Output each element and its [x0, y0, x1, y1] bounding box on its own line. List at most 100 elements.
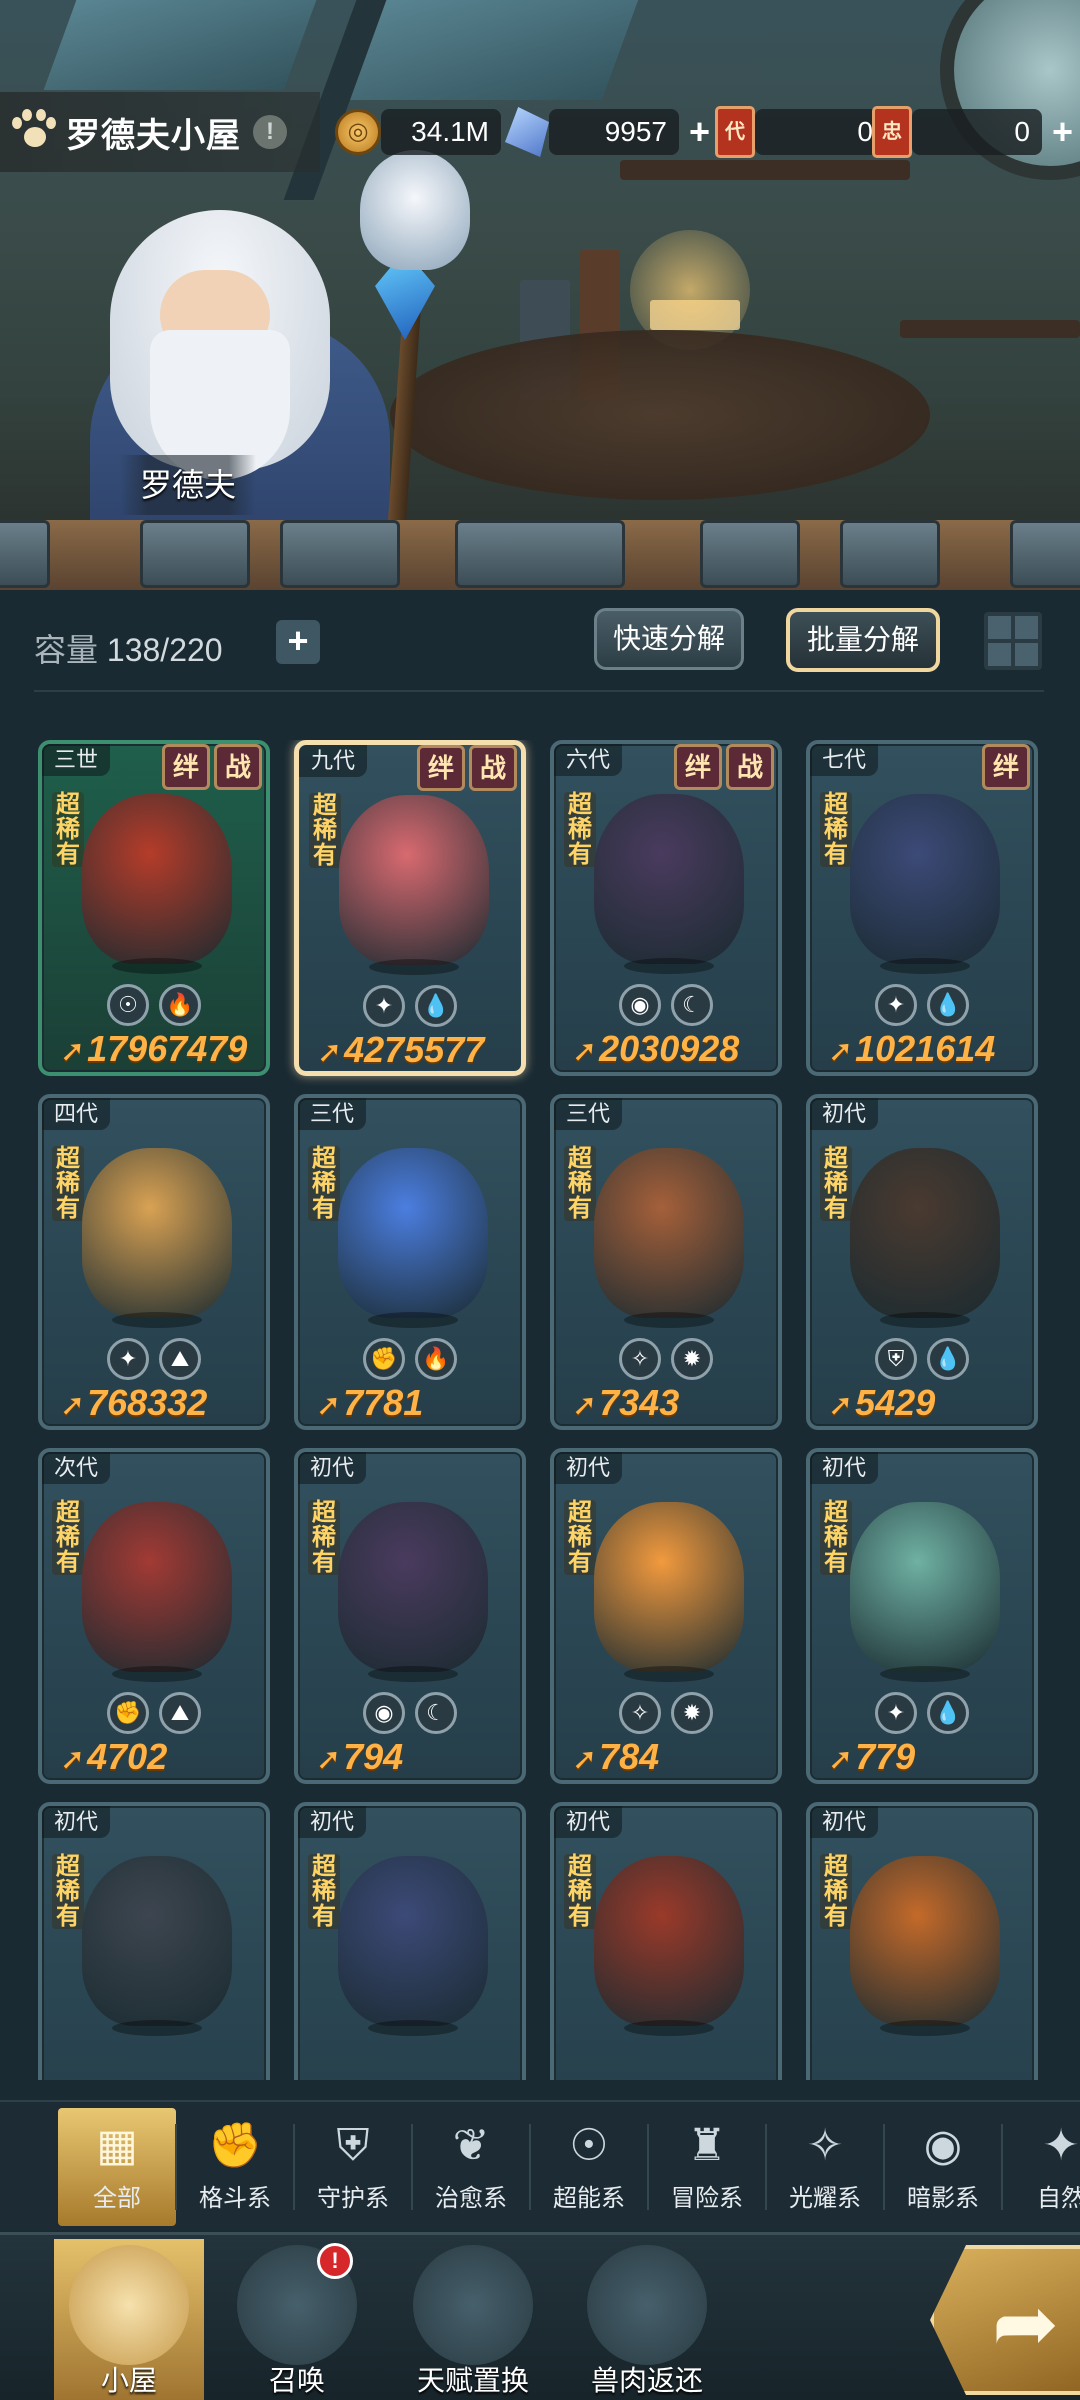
bond-tag: 绊 — [162, 744, 210, 790]
nav-talent-swap[interactable]: 天赋置换 — [398, 2239, 548, 2400]
npc-name-label: 罗德夫 — [120, 455, 257, 515]
crystal-add-button[interactable]: + — [689, 111, 710, 153]
generation-label: 初代 — [810, 1806, 879, 1838]
pet-card[interactable]: 初代 超稀有 — [294, 1802, 526, 2080]
tab-0[interactable]: ▦ 全部 — [58, 2108, 176, 2226]
pet-card[interactable]: 初代超稀有 ⛨ 💧 ➚5429 — [806, 1094, 1038, 1430]
element-icons: ✦ 💧 — [299, 985, 521, 1027]
nav-summon[interactable]: ! 召唤 — [222, 2239, 372, 2400]
element-icon: ✦ — [107, 1338, 149, 1380]
power-icon: ➚ — [828, 1389, 854, 1422]
category-tabs: ▦ 全部 ✊ 格斗系 ⛨ 守护系 ❦ 治愈系 ☉ 超能系 ♜ 冒险系 ✧ 光耀系 ◉ 暗影系 ✦ 自然 — [0, 2100, 1080, 2230]
rarity-label: 超稀有 — [820, 792, 852, 867]
pet-card[interactable]: 四代 超稀有 ✦ ⛰ ➚768332 — [38, 1094, 270, 1430]
creature-portrait — [594, 1856, 744, 2036]
card-tags: 绊 — [982, 744, 1030, 790]
power-value: ➚2030928 — [572, 1028, 739, 1070]
generation-label: 初代 — [810, 1098, 879, 1130]
tab-label: 全部 — [93, 2185, 141, 2212]
element-icon: 💧 — [927, 984, 969, 1026]
category-icon: ✧ — [806, 2121, 844, 2170]
nav-label: 小屋 — [100, 2365, 157, 2396]
tab-3[interactable]: ❦ 治愈系 — [412, 2108, 530, 2226]
pet-card[interactable]: 九代 超稀有绊战 ✦ 💧 ➚4275577 — [294, 740, 526, 1076]
plank-clip — [1010, 520, 1080, 588]
creature-portrait — [594, 794, 744, 974]
generation-label: 初代 — [810, 1452, 879, 1484]
category-icon: ✦ — [1042, 2121, 1080, 2170]
tab-4[interactable]: ☉ 超能系 — [530, 2108, 648, 2226]
ticket2-add-button[interactable]: + — [1052, 111, 1073, 153]
power-number: 784 — [599, 1736, 660, 1777]
pet-card[interactable]: 初代 超稀有 ✦ 💧 ➚779 — [806, 1448, 1038, 1784]
rarity-label: 超稀有 — [564, 1500, 596, 1575]
grid-view-icon[interactable] — [984, 612, 1042, 670]
element-icon: ✊ — [363, 1338, 405, 1380]
expand-capacity-button[interactable]: + — [276, 620, 320, 664]
nav-label: 天赋置换 — [416, 2365, 529, 2396]
shelf — [900, 320, 1080, 338]
cabin-icon — [69, 2245, 189, 2365]
rarity-label: 超稀有 — [820, 1854, 852, 1929]
tab-6[interactable]: ✧ 光耀系 — [766, 2108, 884, 2226]
generation-label: 三代 — [554, 1098, 623, 1130]
element-icon: ✦ — [875, 984, 917, 1026]
element-icons: ⛨ 💧 — [810, 1338, 1034, 1380]
capacity-label: 容量 — [34, 632, 99, 668]
tab-2[interactable]: ⛨ 守护系 — [294, 2108, 412, 2226]
pet-card[interactable]: 六代 超稀有绊战 ◉ ☾ ➚2030928 — [550, 740, 782, 1076]
ticket1-icon: 代 — [715, 106, 755, 158]
element-icon: ☾ — [671, 984, 713, 1026]
nav-cabin[interactable]: 小屋 — [54, 2239, 204, 2400]
rarity-label: 超稀有 — [52, 1500, 84, 1575]
pet-card[interactable]: 七代 超稀有绊 ✦ 💧 ➚1021614 — [806, 740, 1038, 1076]
tab-7[interactable]: ◉ 暗影系 — [884, 2108, 1002, 2226]
bond-tag: 绊 — [982, 744, 1030, 790]
power-number: 768332 — [87, 1382, 208, 1423]
go-button[interactable]: ➦ — [930, 2245, 1080, 2395]
pet-card[interactable]: 初代超稀有 — [806, 1802, 1038, 2080]
pet-card[interactable]: 次代 超稀有 ✊ ⛰ ➚4702 — [38, 1448, 270, 1784]
pet-card[interactable]: 三世 超稀有绊战 ☉ 🔥 ➚17967479 — [38, 740, 270, 1076]
gold-resource: ◎ 34.1M — [335, 102, 501, 162]
pet-card[interactable]: 初代 超稀有 — [38, 1802, 270, 2080]
battle-tag: 战 — [469, 745, 517, 791]
arrow-right-icon: ➦ — [992, 2279, 1060, 2368]
power-number: 4702 — [87, 1736, 168, 1777]
ticket1-amount: 0 — [755, 109, 885, 155]
tab-8[interactable]: ✦ 自然 — [1002, 2108, 1080, 2226]
rarity-label: 超稀有 — [52, 1146, 84, 1221]
rarity-label: 超稀有 — [820, 1146, 852, 1221]
creature-portrait — [850, 794, 1000, 974]
creature-portrait — [338, 1502, 488, 1682]
pet-card[interactable]: 三代 超稀有 ✊ 🔥 ➚7781 — [294, 1094, 526, 1430]
batch-decompose-button[interactable]: 批量分解 — [786, 608, 940, 672]
category-icon: ▦ — [96, 2121, 138, 2170]
element-icon: ✦ — [875, 1692, 917, 1734]
tab-1[interactable]: ✊ 格斗系 — [176, 2108, 294, 2226]
tab-label: 治愈系 — [435, 2185, 507, 2212]
pet-card[interactable]: 三代 超稀有 ✧ ✹ ➚7343 — [550, 1094, 782, 1430]
nav-meat-return[interactable]: 兽肉返还 — [572, 2239, 722, 2400]
power-value: ➚17967479 — [60, 1028, 247, 1070]
rarity-label: 超稀有 — [308, 1146, 340, 1221]
creature-portrait — [850, 1148, 1000, 1328]
tab-5[interactable]: ♜ 冒险系 — [648, 2108, 766, 2226]
location-title: 罗德夫小屋 — [66, 116, 241, 155]
creature-portrait — [594, 1502, 744, 1682]
power-value: ➚7781 — [316, 1382, 423, 1424]
element-icon: ⛰ — [159, 1338, 201, 1380]
bond-tag: 绊 — [674, 744, 722, 790]
element-icons: ✧ ✹ — [554, 1692, 778, 1734]
pet-card[interactable]: 初代 超稀有 — [550, 1802, 782, 2080]
pet-card[interactable]: 初代 超稀有 ◉ ☾ ➚794 — [294, 1448, 526, 1784]
egg-icon: ! — [237, 2243, 357, 2365]
power-number: 5429 — [855, 1382, 936, 1423]
quick-decompose-button[interactable]: 快速分解 — [594, 608, 744, 670]
capacity-text: 容量 138/220 — [34, 625, 223, 671]
rarity-label: 超稀有 — [52, 792, 84, 867]
info-icon[interactable]: ! — [253, 115, 287, 149]
element-icon: ✹ — [671, 1692, 713, 1734]
pet-card[interactable]: 初代 超稀有 ✧ ✹ ➚784 — [550, 1448, 782, 1784]
power-icon: ➚ — [60, 1743, 86, 1776]
